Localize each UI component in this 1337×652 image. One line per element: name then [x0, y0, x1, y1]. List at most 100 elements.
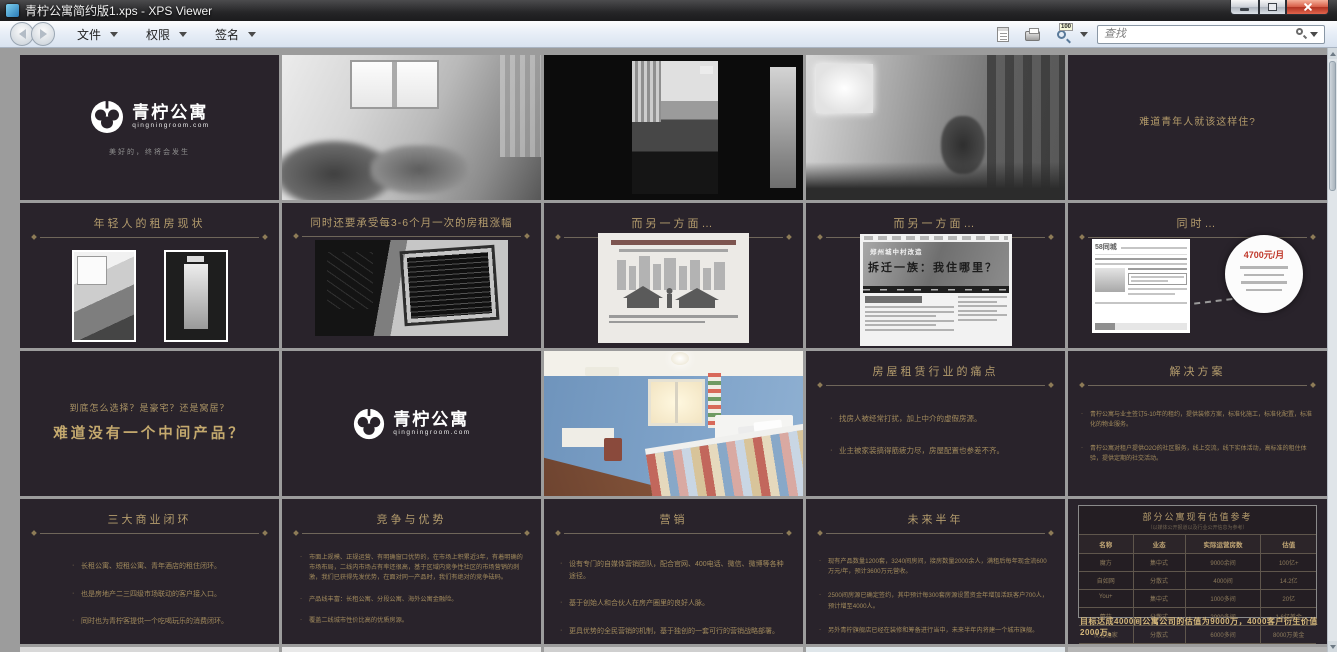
scroll-up-button[interactable]: [1328, 48, 1337, 59]
slide-22-partial: [282, 647, 541, 652]
slide-14-pain-points: 房屋租赁行业的痛点 找房人被经常打扰，加上中介的虚假房源。 业主被家装搞得筋疲力…: [806, 351, 1065, 496]
slide-title: 同时…: [1068, 215, 1327, 231]
table-cell: 20亿: [1261, 590, 1316, 608]
title-divider: [1080, 383, 1315, 387]
title-divider: [32, 531, 267, 535]
diamond-icon: [1310, 382, 1316, 388]
bullet-item: 市面上规模、正规运营、有明确窗口优势的，在市场上积累近3年，有着明确的市场布局，…: [300, 553, 523, 584]
wall-sign: [700, 66, 713, 74]
diamond-icon: [31, 530, 37, 536]
zoom-button[interactable]: 100: [1051, 24, 1071, 44]
bullet-item: 现有产品数量1200套，3240间房间，接房数量2000余人，满租后每年现金流6…: [819, 557, 1052, 577]
table-header: 名称: [1079, 535, 1134, 554]
listing-thumbnail: [1095, 268, 1125, 292]
bullet-item: 青柠公寓对租户提供O2O的社区服务，线上交流，线下实体活动，高标准的租住体验，提…: [1081, 445, 1314, 465]
diamond-icon: [817, 234, 823, 240]
bullet-list: 设有专门的自媒体营销团队，配合官网、400电话、微信、微博等各种途径。 基于创始…: [560, 559, 787, 637]
close-button[interactable]: [1286, 0, 1329, 15]
bullet-item: 另外青柠旗舰店已经在装修和筹备进行当中，未来半年内将建一个城市旗舰。: [819, 626, 1052, 636]
search-dropdown-caret[interactable]: [1310, 32, 1318, 37]
toolbar: 文件 权限 签名 100: [0, 21, 1337, 48]
menu-file-label: 文件: [77, 26, 101, 43]
diamond-icon: [31, 234, 37, 240]
slide-25-partial: [1068, 647, 1327, 652]
slide-08-newspaper: 而另一方面…: [544, 203, 803, 348]
banner-image: 郑州城中村改造 拆迁一族：我住哪里？: [863, 242, 1009, 286]
menu-signature[interactable]: 签名: [215, 26, 256, 43]
listing-tabs: [1095, 323, 1187, 330]
table-cell: 分散式: [1134, 572, 1186, 590]
page-view-button[interactable]: [993, 24, 1013, 44]
valuation-table: 部分公寓现有估值参考 （以媒体公开报道以及行业公开信息为参考） 名称 业态 实际…: [1078, 505, 1317, 618]
diamond-icon: [786, 234, 792, 240]
price-box: [1128, 273, 1187, 285]
dark-floor: [806, 162, 1065, 200]
chevron-down-icon: [248, 32, 256, 37]
slide-12-logo: 青柠公寓 qingningroom.com: [282, 351, 541, 496]
title-divider: [818, 531, 1053, 535]
photo-pair: [20, 250, 279, 342]
title-bar: 青柠公寓简约版1.xps - XPS Viewer: [0, 0, 1337, 21]
table-header: 估值: [1261, 535, 1316, 554]
rent-price: 4700元/月: [1225, 248, 1303, 261]
vertical-scrollbar[interactable]: [1327, 48, 1337, 652]
maximize-button[interactable]: [1259, 0, 1286, 15]
document-icon: [997, 27, 1009, 42]
banner-kicker: 郑州城中村改造: [870, 246, 923, 256]
slide-23-partial: [544, 647, 803, 652]
diamond-icon: [524, 233, 530, 239]
arrow-down-icon: [1330, 645, 1336, 649]
dark-nav-bar: [863, 286, 1009, 293]
document-viewport[interactable]: 青柠公寓 qingningroom.com 美好的，终将会发生: [0, 48, 1337, 652]
slide-07-rent-increase: 同时还要承受每3-6个月一次的房租涨幅: [282, 203, 541, 348]
article-columns: [865, 296, 1007, 333]
scroll-down-button[interactable]: [1328, 641, 1337, 652]
table-cell: 4000间: [1186, 572, 1262, 590]
nav-links-bar: [864, 236, 1008, 240]
print-button[interactable]: [1022, 24, 1042, 44]
vertical-photo: [632, 61, 718, 194]
listing-card: 58同城: [1092, 239, 1190, 333]
question-line-2: 难道没有一个中间产品？: [20, 422, 279, 443]
diamond-icon: [293, 233, 299, 239]
bullet-item: 业主被家装搞得筋疲力尽，房屋配置也参差不齐。: [830, 445, 1041, 457]
menu-permission[interactable]: 权限: [146, 26, 187, 43]
minimize-button[interactable]: [1230, 0, 1259, 15]
chair: [604, 438, 622, 461]
table-header: 业态: [1134, 535, 1186, 554]
body-text-bar: [609, 315, 738, 318]
search-area: [1097, 24, 1325, 44]
diamond-icon: [524, 530, 530, 536]
bullet-item: 更具优势的全民营销的机制，基于独创的一套可行的营销战略部署。: [560, 626, 787, 638]
bullet-item: 青柠公寓与业主签订5-10年的租约，提供装修方案，标准化施工，标准化配置，标准化…: [1081, 411, 1314, 431]
diamond-icon: [262, 530, 268, 536]
bullet-list: 青柠公寓与业主签订5-10年的租约，提供装修方案，标准化施工，标准化配置，标准化…: [1081, 411, 1314, 465]
slide-title: 三大商业闭环: [20, 511, 279, 527]
bullet-item: 同时也为青柠客提供一个吃喝玩乐的消费闭环。: [72, 616, 255, 628]
body-text-bar: [609, 321, 705, 324]
table-header: 实际运营房数: [1186, 535, 1262, 554]
search-input[interactable]: [1097, 25, 1325, 44]
forward-button[interactable]: [31, 22, 55, 46]
diamond-icon: [1048, 234, 1054, 240]
door-strip: [770, 67, 796, 188]
magnified-detail-circle: 4700元/月: [1225, 235, 1303, 313]
bullet-item: 产品线丰富：长租公寓、分段公寓、海外公寓金融险。: [300, 595, 523, 605]
qingning-logo-icon: [352, 407, 386, 441]
chevron-down-icon: [110, 32, 118, 37]
bullet-list: 找房人被经常打扰，加上中介的虚假房源。 业主被家装搞得筋疲力尽，房屋配置也参差不…: [830, 413, 1041, 458]
bullet-list: 市面上规模、正规运营、有明确窗口优势的，在市场上积累近3年，有着明确的市场布局，…: [300, 553, 523, 626]
slide-20-valuation-table: 部分公寓现有估值参考 （以媒体公开报道以及行业公开信息为参考） 名称 业态 实际…: [1068, 499, 1327, 644]
room-photo: [282, 55, 541, 200]
slide-01-cover: 青柠公寓 qingningroom.com 美好的，终将会发生: [20, 55, 279, 200]
table-cell: 自如网: [1079, 572, 1134, 590]
window: [648, 379, 705, 427]
table-subtitle: （以媒体公开报道以及行业公开信息为参考）: [1079, 524, 1316, 531]
bullet-item: 也是房地产二三四级市场联动的客户接入口。: [72, 589, 255, 601]
zoom-dropdown-caret[interactable]: [1080, 32, 1088, 37]
title-divider: [556, 531, 791, 535]
scrollbar-thumb[interactable]: [1329, 61, 1336, 191]
diamond-icon: [555, 234, 561, 240]
menu-file[interactable]: 文件: [77, 26, 118, 43]
brand-logo: 青柠公寓 qingningroom.com: [352, 407, 470, 441]
